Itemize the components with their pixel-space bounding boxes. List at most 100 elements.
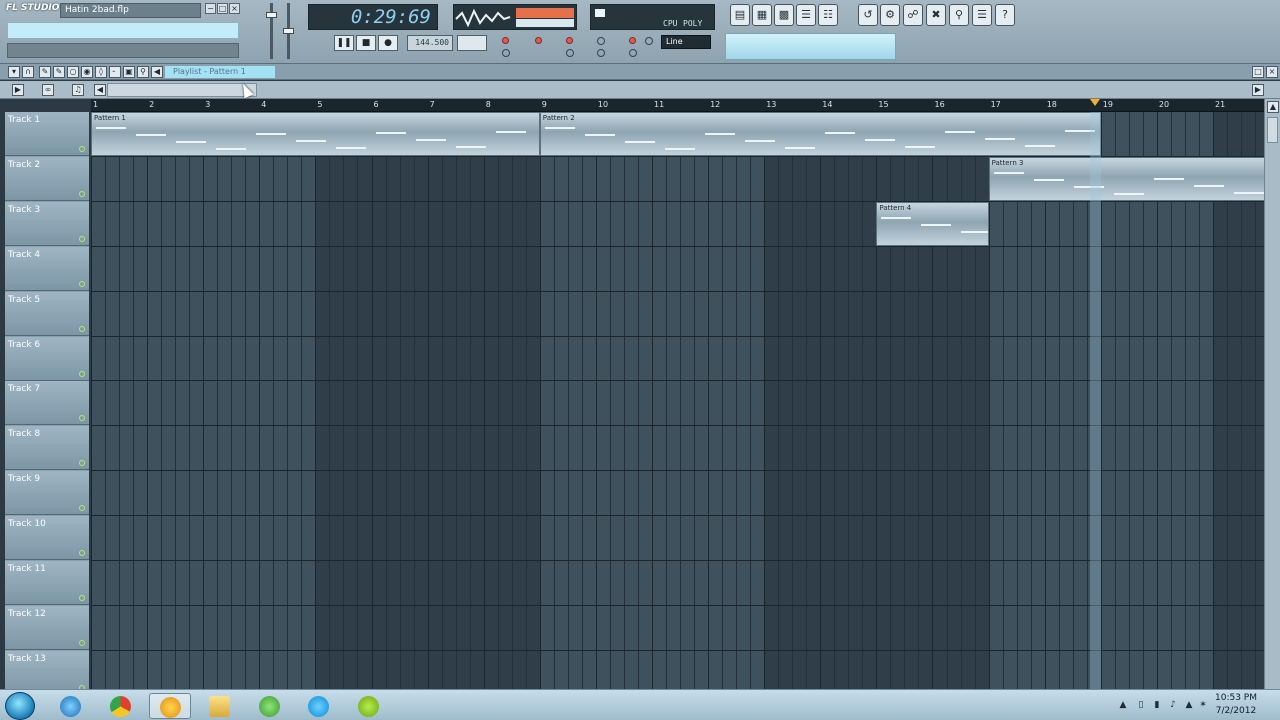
track-header[interactable]: Track 8 bbox=[5, 426, 89, 471]
track-header[interactable]: Track 5 bbox=[5, 291, 89, 336]
menu-bar[interactable] bbox=[7, 43, 239, 58]
snap-selector[interactable]: Line bbox=[661, 35, 711, 49]
start-button[interactable] bbox=[5, 692, 35, 720]
stop-button[interactable]: ■ bbox=[356, 35, 376, 51]
pattern-clip[interactable]: Pattern 3 bbox=[988, 156, 1264, 201]
track-header[interactable]: Track 12 bbox=[5, 605, 89, 650]
restore-button[interactable]: □ bbox=[217, 3, 228, 14]
export-icon[interactable]: ☍ bbox=[903, 4, 923, 26]
track-header[interactable]: Track 3 bbox=[5, 201, 89, 246]
playlist-title[interactable]: Playlist - Pattern 1 bbox=[165, 66, 275, 78]
delete-tool-icon[interactable]: ○ bbox=[67, 66, 79, 78]
song-time-display[interactable]: 0:29:69 bbox=[308, 4, 438, 30]
automation-view-icon[interactable]: ♫ bbox=[72, 84, 84, 96]
track-header[interactable]: Track 1 bbox=[5, 112, 89, 156]
track-mute-led-icon[interactable] bbox=[79, 325, 85, 332]
taskbar-fl-studio[interactable] bbox=[149, 693, 191, 719]
taskbar-chrome[interactable] bbox=[100, 693, 142, 719]
step-edit-toggle[interactable] bbox=[597, 37, 605, 45]
track-mute-led-icon[interactable] bbox=[79, 235, 85, 242]
vertical-scroll-thumb[interactable] bbox=[1267, 117, 1278, 143]
pattern-clip[interactable]: Pattern 4 bbox=[876, 201, 989, 246]
playhead-marker-icon[interactable] bbox=[1090, 99, 1101, 106]
track-mute-led-icon[interactable] bbox=[79, 505, 85, 512]
track-header[interactable]: Track 10 bbox=[5, 516, 89, 561]
tray-expand-icon[interactable]: ▲ bbox=[1118, 700, 1128, 711]
playlist-grid[interactable]: Pattern 1 Pattern 2 Pattern 3 Pattern 4 bbox=[91, 112, 1264, 689]
tray-network-icon[interactable]: ▲ bbox=[1184, 700, 1194, 711]
close-button[interactable]: × bbox=[229, 3, 240, 14]
taskbar-ie[interactable] bbox=[50, 693, 92, 719]
taskbar-spotify[interactable] bbox=[348, 693, 390, 719]
search-icon[interactable]: ⚲ bbox=[949, 4, 969, 26]
tray-device-icon[interactable]: ▯ bbox=[1136, 700, 1146, 711]
horizontal-scroll-thumb[interactable] bbox=[107, 83, 257, 97]
track-mute-led-icon[interactable] bbox=[79, 460, 85, 467]
track-mute-led-icon[interactable] bbox=[79, 595, 85, 601]
playlist-restore-icon[interactable]: □ bbox=[1252, 66, 1264, 78]
minimize-button[interactable]: − bbox=[205, 3, 216, 14]
record-button[interactable]: ● bbox=[378, 35, 398, 51]
bar-ruler[interactable]: 1 2 3 4 5 6 7 8 9 10 11 12 13 14 15 16 17 18 19 20 21 bbox=[91, 99, 1264, 112]
browser-icon[interactable]: ☰ bbox=[796, 4, 816, 26]
pattern-clip[interactable]: Pattern 1 bbox=[91, 112, 540, 156]
draw-tool-icon[interactable]: ✎ bbox=[39, 66, 51, 78]
tray-battery-icon[interactable]: ▮ bbox=[1152, 700, 1162, 711]
audio-view-icon[interactable]: ∞ bbox=[42, 84, 54, 96]
multilink-toggle[interactable] bbox=[597, 49, 605, 57]
master-volume-knob[interactable] bbox=[266, 12, 277, 18]
pattern-view-icon[interactable]: ▶ bbox=[12, 84, 24, 96]
vertical-scrollbar[interactable]: ▲ bbox=[1264, 99, 1280, 689]
tray-app-icon[interactable]: ✶ bbox=[1198, 700, 1208, 711]
cut-icon[interactable]: ✖ bbox=[926, 4, 946, 26]
track-header[interactable]: Track 2 bbox=[5, 156, 89, 201]
taskbar-skype[interactable] bbox=[298, 693, 340, 719]
mute-tool-icon[interactable]: ◉ bbox=[81, 66, 93, 78]
track-mute-led-icon[interactable] bbox=[79, 370, 85, 377]
scroll-right-icon[interactable]: ▶ bbox=[1252, 84, 1264, 96]
scroll-up-icon[interactable]: ▲ bbox=[1267, 101, 1279, 113]
countdown-toggle[interactable] bbox=[566, 37, 573, 44]
taskbar-clock[interactable]: 10:53 PM 7/2/2012 bbox=[1213, 692, 1259, 718]
mixer-icon[interactable]: ☷ bbox=[818, 4, 838, 26]
select-tool-icon[interactable]: ▣ bbox=[123, 66, 135, 78]
track-header[interactable]: Track 9 bbox=[5, 471, 89, 516]
metronome-toggle[interactable] bbox=[502, 37, 509, 44]
magnet-icon[interactable]: ∩ bbox=[22, 66, 34, 78]
pattern-clip[interactable]: Pattern 2 bbox=[539, 112, 1101, 156]
taskbar-explorer[interactable] bbox=[199, 693, 241, 719]
playlist-close-icon[interactable]: × bbox=[1266, 66, 1278, 78]
track-header[interactable]: Track 6 bbox=[5, 336, 89, 381]
song-mode-toggle[interactable] bbox=[566, 49, 574, 57]
wait-input-toggle[interactable] bbox=[535, 37, 542, 44]
track-mute-led-icon[interactable] bbox=[79, 280, 85, 287]
help-icon[interactable]: ? bbox=[995, 4, 1015, 26]
slip-tool-icon[interactable]: ◊ bbox=[95, 66, 107, 78]
loop-record-toggle[interactable] bbox=[645, 37, 653, 45]
piano-roll-icon[interactable]: ▦ bbox=[752, 4, 772, 26]
tempo-display[interactable]: 144.500 bbox=[407, 35, 453, 51]
typing-keyboard-toggle[interactable] bbox=[502, 49, 510, 57]
track-header[interactable]: Track 7 bbox=[5, 381, 89, 426]
playback-tool-icon[interactable]: ◀ bbox=[151, 66, 163, 78]
taskbar-utorrent[interactable] bbox=[249, 693, 291, 719]
pause-button[interactable]: ❚❚ bbox=[334, 35, 354, 51]
save-icon[interactable]: ⚙ bbox=[880, 4, 900, 26]
project-info-icon[interactable]: ☰ bbox=[972, 4, 992, 26]
blend-notes-toggle[interactable] bbox=[629, 37, 636, 44]
paint-tool-icon[interactable]: ✎ bbox=[53, 66, 65, 78]
track-mute-led-icon[interactable] bbox=[79, 639, 85, 646]
track-header[interactable]: Track 11 bbox=[5, 561, 89, 605]
track-mute-led-icon[interactable] bbox=[79, 415, 85, 422]
track-mute-led-icon[interactable] bbox=[79, 146, 85, 152]
step-sequencer-icon[interactable]: ▩ bbox=[774, 4, 794, 26]
track-header[interactable]: Track 4 bbox=[5, 246, 89, 291]
zoom-tool-icon[interactable]: ⚲ bbox=[137, 66, 149, 78]
master-pitch-knob[interactable] bbox=[283, 28, 294, 34]
scroll-left-icon[interactable]: ◀ bbox=[94, 84, 106, 96]
undo-icon[interactable]: ↺ bbox=[858, 4, 878, 26]
tray-volume-icon[interactable]: ♪ bbox=[1168, 700, 1178, 711]
track-mute-led-icon[interactable] bbox=[79, 550, 85, 557]
slice-tool-icon[interactable]: ╴ bbox=[109, 66, 121, 78]
pattern-selector[interactable] bbox=[457, 35, 487, 51]
